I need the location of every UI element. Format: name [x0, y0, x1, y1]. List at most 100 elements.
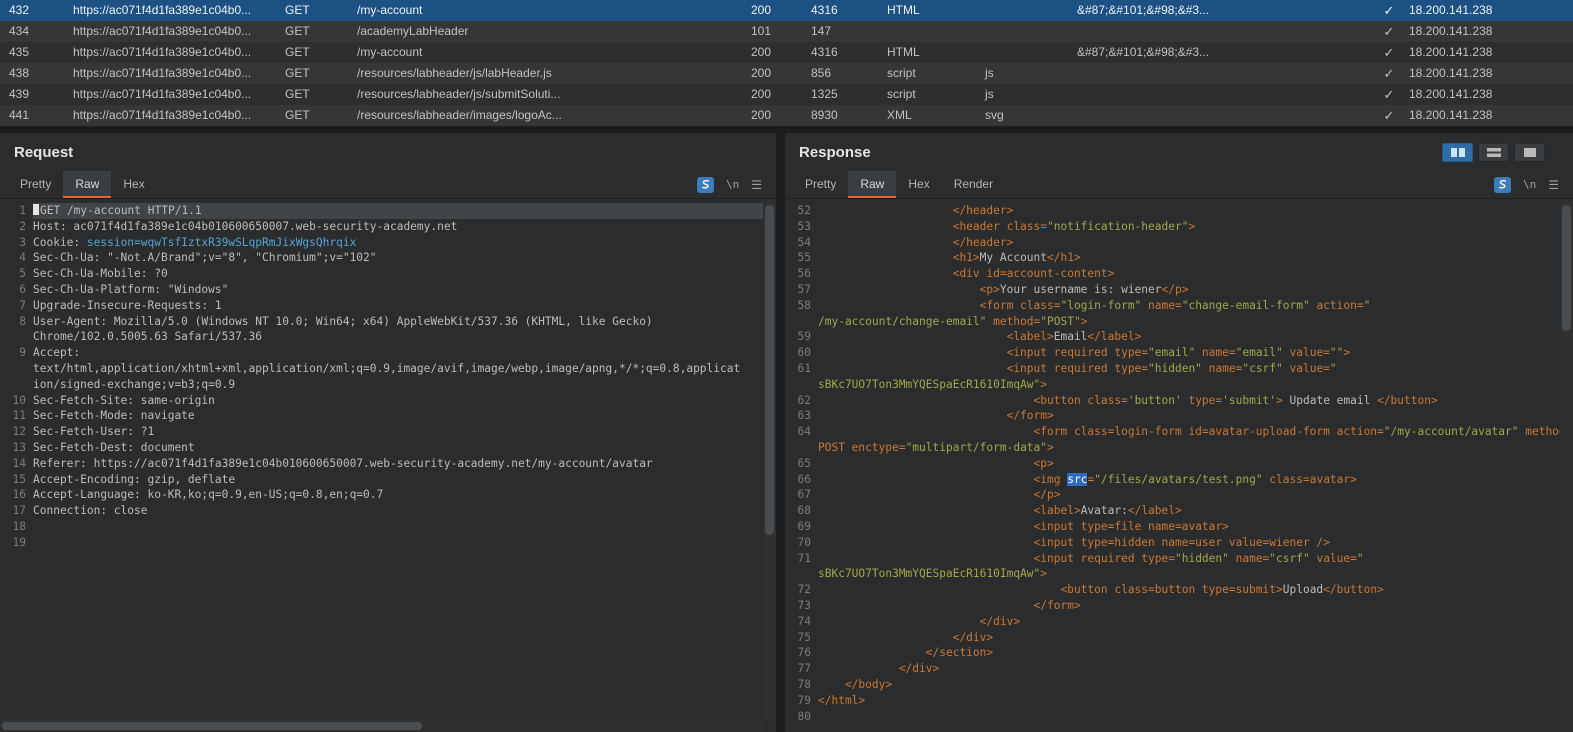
code-token: "multipart/form-data": [905, 440, 1048, 454]
request-hscrollbar[interactable]: [0, 720, 763, 732]
response-tab-raw[interactable]: Raw: [848, 171, 897, 198]
request-code-line: 5 Sec-Ch-Ua-Mobile: ?0: [0, 266, 776, 282]
response-editor[interactable]: 52 </header> 53 <header class="notification…: [785, 199, 1573, 732]
line-number: 77: [797, 662, 811, 676]
newline-chars-icon[interactable]: \n: [1523, 178, 1536, 191]
editor-menu-icon[interactable]: ☰: [1548, 179, 1559, 191]
code-token: <input required type=: [1006, 361, 1149, 375]
horizontal-splitter[interactable]: [0, 126, 1573, 133]
request-panel: Request Pretty Raw Hex \n ☰ 1 GET /my-accou…: [0, 133, 776, 732]
response-tab-pretty[interactable]: Pretty: [793, 171, 848, 198]
code-token: </div>: [952, 630, 994, 644]
cell-title: [1071, 21, 1375, 42]
cell-host: https://ac071f4d1fa389e1c04b0...: [73, 24, 252, 38]
line-number: 56: [797, 267, 811, 281]
cell-tls: ✓: [1383, 45, 1395, 60]
line-number: 67: [797, 488, 811, 502]
request-code-line: text/html,application/xhtml+xml,applicat…: [0, 361, 776, 377]
split-rows-button[interactable]: [1478, 142, 1509, 162]
scrollbar-thumb[interactable]: [765, 205, 774, 535]
history-row[interactable]: 439 https://ac071f4d1fa389e1c04b0... GET/r…: [0, 84, 1573, 105]
cell-ext: [979, 42, 1071, 63]
request-code-line: 1 GET /my-account HTTP/1.1: [0, 203, 776, 219]
code-token: Upload: [1282, 583, 1324, 597]
cell-length: 4316: [811, 45, 838, 59]
code-token: </p>: [1033, 488, 1061, 502]
code-token: </form>: [1033, 598, 1081, 612]
response-tab-render[interactable]: Render: [942, 171, 1005, 198]
cell-id: 438: [9, 66, 30, 80]
line-number: 72: [797, 583, 811, 597]
code-token: name=: [1201, 361, 1243, 375]
line-number: 79: [797, 693, 811, 707]
request-code-line: 2 Host: ac071f4d1fa389e1c04b010600650007.…: [0, 219, 776, 235]
history-row[interactable]: 432 https://ac071f4d1fa389e1c04b0... GET/m…: [0, 0, 1573, 21]
cell-method: GET: [285, 3, 310, 17]
code-token: "change-email-form": [1181, 298, 1310, 312]
history-row[interactable]: 434 https://ac071f4d1fa389e1c04b0... GET/a…: [0, 21, 1573, 42]
request-panel-header: Request: [0, 133, 776, 171]
cell-tls: ✓: [1383, 66, 1395, 81]
code-token: >: [1040, 377, 1048, 391]
request-code: 1 GET /my-account HTTP/1.1 2 Host: ac071f4d…: [0, 203, 776, 551]
response-code-line: 70 <input type=hidden name=user value=wie…: [785, 535, 1573, 551]
cell-ip: 18.200.141.238: [1409, 24, 1493, 38]
code-token: </button>: [1377, 393, 1438, 407]
request-tab-hex[interactable]: Hex: [111, 171, 156, 198]
split-columns-button[interactable]: [1442, 142, 1473, 162]
split-columns-icon: [1450, 147, 1465, 157]
response-tab-hex[interactable]: Hex: [896, 171, 941, 198]
single-pane-button[interactable]: [1514, 142, 1545, 162]
response-code-line: 72 <button class=button type=submit>Uploa…: [785, 582, 1573, 598]
code-token: "hidden": [1174, 551, 1229, 565]
line-number: 57: [797, 282, 811, 296]
code-token: <label>: [1006, 330, 1054, 344]
code-token: "": [1329, 346, 1344, 360]
code-token: </html>: [818, 693, 866, 707]
response-code-line: /my-account/change-email" method="POST">: [785, 314, 1573, 330]
newline-chars-icon[interactable]: \n: [726, 178, 739, 191]
cell-title: [1071, 63, 1375, 84]
code-token: Sec-Ch-Ua-Platform: "Windows": [33, 282, 229, 296]
response-vscrollbar[interactable]: [1560, 201, 1573, 730]
response-code-line: 68 <label>Avatar:</label>: [785, 503, 1573, 519]
code-token: </p>: [1161, 282, 1189, 296]
history-row[interactable]: 438 https://ac071f4d1fa389e1c04b0... GET/r…: [0, 63, 1573, 84]
code-token: <input type=hidden name=user value=wiene…: [1033, 535, 1330, 549]
cell-status: 101: [751, 24, 772, 38]
request-tab-pretty[interactable]: Pretty: [8, 171, 63, 198]
code-token: 'button': [1127, 393, 1182, 407]
vertical-splitter[interactable]: [776, 133, 785, 732]
request-tab-raw[interactable]: Raw: [63, 171, 112, 198]
cell-ext: [979, 21, 1071, 42]
request-tabbar: Pretty Raw Hex \n ☰: [0, 171, 776, 199]
selected-text: src: [1067, 472, 1088, 486]
syntax-highlight-icon[interactable]: [696, 176, 714, 193]
scrollbar-thumb[interactable]: [2, 722, 422, 730]
response-code-line: 57 <p>Your username is: wiener</p>: [785, 282, 1573, 298]
code-token: Accept-Language: ko-KR,ko;q=0.9,en-US;q=…: [33, 488, 384, 502]
cell-ext: svg: [985, 108, 1004, 122]
cell-ext: js: [985, 66, 994, 80]
request-editor[interactable]: 1 GET /my-account HTTP/1.1 2 Host: ac071f4d…: [0, 199, 776, 732]
request-code-line: 7 Upgrade-Insecure-Requests: 1: [0, 298, 776, 314]
response-code-line: sBKc7UO7Ton3MmYQESpaEcR1610ImqAw">: [785, 377, 1573, 393]
response-title: Response: [799, 143, 871, 161]
line-number: 54: [797, 235, 811, 249]
history-row[interactable]: 441 https://ac071f4d1fa389e1c04b0... GET/r…: [0, 105, 1573, 126]
code-token: POST enctype=: [818, 440, 906, 454]
editor-menu-icon[interactable]: ☰: [751, 179, 762, 191]
cell-tls: ✓: [1383, 108, 1395, 123]
cell-host: https://ac071f4d1fa389e1c04b0...: [73, 87, 252, 101]
line-number: 14: [12, 456, 26, 470]
line-number: 65: [797, 456, 811, 470]
response-code-line: 73 </form>: [785, 598, 1573, 614]
line-number: 19: [12, 535, 26, 549]
syntax-highlight-icon[interactable]: [1493, 176, 1511, 193]
line-number: 75: [797, 630, 811, 644]
cell-url: /resources/labheader/js/submitSoluti...: [357, 87, 561, 101]
history-row[interactable]: 435 https://ac071f4d1fa389e1c04b0... GET/m…: [0, 42, 1573, 63]
code-token: "POST": [1040, 314, 1081, 328]
request-vscrollbar[interactable]: [763, 201, 776, 720]
scrollbar-thumb[interactable]: [1562, 205, 1571, 331]
